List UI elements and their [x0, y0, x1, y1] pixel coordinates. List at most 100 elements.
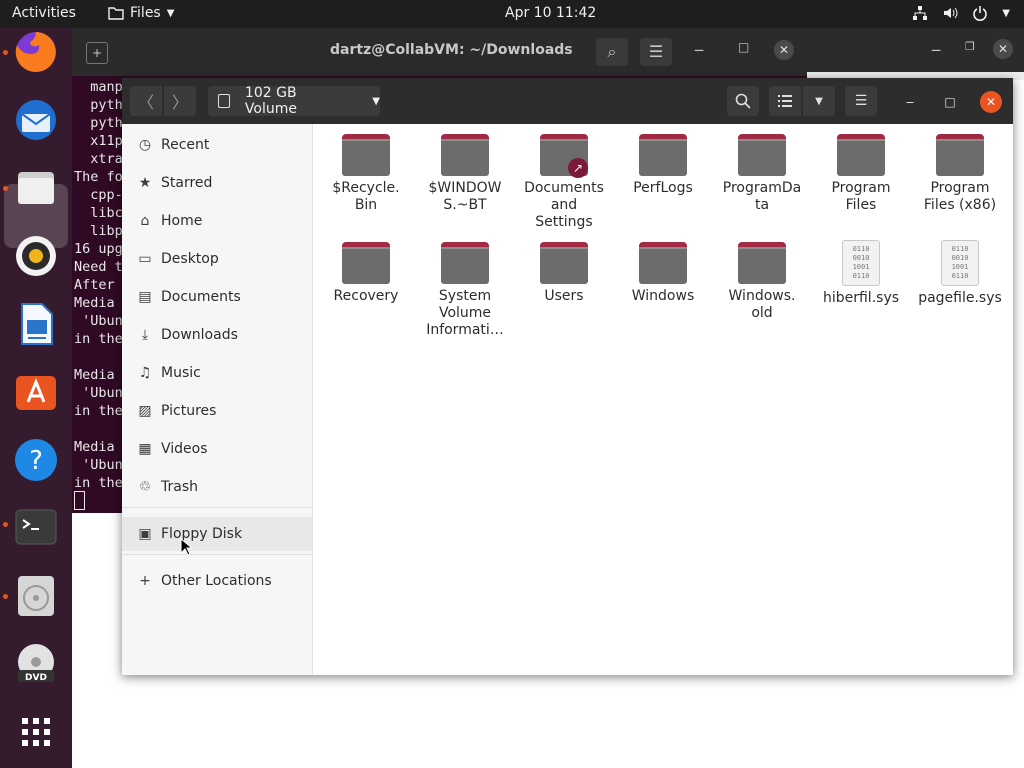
folder-item[interactable]: $Recycle. Bin	[316, 124, 416, 214]
chevron-down-icon[interactable]: ▼	[372, 96, 380, 107]
dock-thunderbird[interactable]	[12, 96, 60, 144]
dock-app-center[interactable]	[12, 368, 60, 416]
folder-item[interactable]: Program Files	[811, 124, 911, 214]
folder-item[interactable]: Windows. old	[712, 232, 812, 322]
terminal-line: libc	[74, 205, 123, 221]
sidebar-item-starred[interactable]: ★ Starred	[122, 166, 312, 200]
folder-item[interactable]: $WINDOW S.~BT	[415, 124, 515, 214]
close-icon[interactable]: ✕	[993, 39, 1013, 59]
sidebar-item-trash[interactable]: ♲ Trash	[122, 470, 312, 504]
maximize-icon[interactable]: ❐	[965, 40, 975, 53]
folder-item[interactable]: PerfLogs	[613, 124, 713, 197]
picture-icon: ▨	[138, 403, 152, 419]
file-grid[interactable]: $Recycle. Bin $WINDOW S.~BT ↗ Documents and…	[312, 124, 1013, 675]
dock-rhythmbox[interactable]	[12, 232, 60, 280]
sidebar-separator	[122, 554, 312, 555]
sidebar-item-label: Desktop	[161, 251, 219, 267]
main-menu-button[interactable]: ☰	[845, 86, 877, 116]
sidebar-item-label: Music	[161, 365, 201, 381]
close-icon[interactable]: ✕	[774, 40, 794, 60]
dock-help[interactable]: ?	[12, 436, 60, 484]
firefox-icon	[15, 32, 56, 72]
dock-firefox[interactable]	[12, 28, 60, 76]
terminal-output[interactable]: manp pyth pyth x11p xtra The fo cpp- libc…	[74, 78, 123, 492]
minimize-icon[interactable]: ‒	[694, 40, 704, 59]
sidebar-item-recent[interactable]: ◷ Recent	[122, 128, 312, 162]
sidebar-item-floppy-disk[interactable]: ▣ Floppy Disk	[122, 517, 312, 551]
view-options-button[interactable]: ▼	[803, 86, 835, 116]
floppy-icon: ▣	[138, 526, 152, 542]
clock[interactable]: Apr 10 11:42	[505, 5, 596, 21]
file-item[interactable]: 0110 0010 1001 0110 hiberfil.sys	[811, 232, 911, 307]
binary-file-icon: 0110 0010 1001 0110	[842, 240, 880, 286]
dock-files[interactable]	[12, 164, 60, 212]
close-button[interactable]: ✕	[980, 91, 1002, 113]
star-icon: ★	[138, 175, 152, 191]
sidebar-item-other-locations[interactable]: + Other Locations	[122, 564, 312, 598]
folder-item[interactable]: System Volume Informati…	[415, 232, 515, 339]
files-window[interactable]: 〈 〉 102 GB Volume ▼ ▼ ☰ ‒ □ ✕ ◷ Recent ★…	[122, 78, 1013, 675]
background-window-titlebar[interactable]: ‒ ❐ ✕	[807, 28, 1024, 72]
folder-item[interactable]: ProgramDa ta	[712, 124, 812, 214]
folder-item[interactable]: Users	[514, 232, 614, 305]
terminal-titlebar[interactable]: + dartz@CollabVM: ~/Downloads ⌕ ☰ ‒ □ ✕	[72, 28, 807, 76]
sidebar-item-videos[interactable]: ▦ Videos	[122, 432, 312, 466]
activities-button[interactable]: Activities	[12, 5, 76, 21]
drive-icon	[218, 94, 230, 108]
file-item[interactable]: 0110 0010 1001 0110 pagefile.sys	[910, 232, 1010, 307]
sidebar-item-label: Downloads	[161, 327, 238, 343]
hamburger-menu-icon[interactable]: ☰	[640, 38, 672, 66]
item-label: pagefile.sys	[918, 290, 1002, 306]
power-icon[interactable]	[972, 5, 988, 21]
sidebar-item-music[interactable]: ♫ Music	[122, 356, 312, 390]
maximize-button[interactable]: □	[940, 92, 960, 112]
app-menu[interactable]: Files ▼	[108, 5, 174, 21]
chevron-down-icon[interactable]: ▼	[1002, 8, 1010, 19]
sidebar-item-home[interactable]: ⌂ Home	[122, 204, 312, 238]
volume-icon[interactable]	[942, 5, 958, 21]
item-label: PerfLogs	[633, 180, 693, 196]
sidebar-item-desktop[interactable]: ▭ Desktop	[122, 242, 312, 276]
sidebar-item-label: Starred	[161, 175, 213, 191]
terminal-line: pyth	[74, 97, 123, 113]
system-tray[interactable]: ▼	[912, 5, 1010, 21]
chevron-left-icon: 〈	[137, 93, 154, 112]
list-view-button[interactable]	[769, 86, 801, 116]
forward-button[interactable]: 〉	[164, 86, 196, 116]
sidebar-item-documents[interactable]: ▤ Documents	[122, 280, 312, 314]
dock-dvd[interactable]: DVD	[12, 640, 60, 688]
location-pathbar[interactable]: 102 GB Volume ▼	[208, 85, 380, 117]
clock-icon: ◷	[138, 137, 152, 153]
files-headerbar[interactable]: 〈 〉 102 GB Volume ▼ ▼ ☰ ‒ □ ✕	[122, 78, 1013, 124]
download-icon: ⤓	[141, 327, 149, 343]
dock-terminal[interactable]	[12, 504, 60, 552]
dock-show-apps[interactable]	[12, 708, 60, 756]
folder-item[interactable]: Windows	[613, 232, 713, 305]
terminal-line: Media	[74, 439, 115, 455]
folder-item[interactable]: ↗ Documents and Settings	[514, 124, 614, 231]
maximize-icon[interactable]: □	[738, 40, 749, 54]
files-icon	[18, 172, 54, 204]
running-indicator	[3, 186, 8, 191]
search-button[interactable]	[727, 86, 759, 116]
folder-link-icon: ↗	[540, 134, 588, 178]
minimize-button[interactable]: ‒	[900, 92, 920, 112]
sidebar-item-downloads[interactable]: ⤓ Downloads	[122, 318, 312, 352]
dock-disc-drive[interactable]	[12, 572, 60, 620]
search-icon[interactable]: ⌕	[596, 38, 628, 66]
folder-item[interactable]: Program Files (x86)	[910, 124, 1010, 214]
dvd-icon: DVD	[18, 644, 54, 683]
back-button[interactable]: 〈	[130, 86, 162, 116]
dock-libreoffice-writer[interactable]	[12, 300, 60, 348]
terminal-title: dartz@CollabVM: ~/Downloads	[330, 42, 573, 58]
folder-item[interactable]: Recovery	[316, 232, 416, 305]
minimize-icon[interactable]: ‒	[931, 40, 941, 59]
sidebar-item-label: Documents	[161, 289, 241, 305]
network-icon[interactable]	[912, 5, 928, 21]
location-label: 102 GB Volume	[244, 85, 297, 117]
terminal-line: in the	[74, 475, 123, 491]
help-icon: ?	[15, 439, 57, 481]
new-tab-icon[interactable]: +	[86, 42, 108, 64]
sidebar-item-pictures[interactable]: ▨ Pictures	[122, 394, 312, 428]
